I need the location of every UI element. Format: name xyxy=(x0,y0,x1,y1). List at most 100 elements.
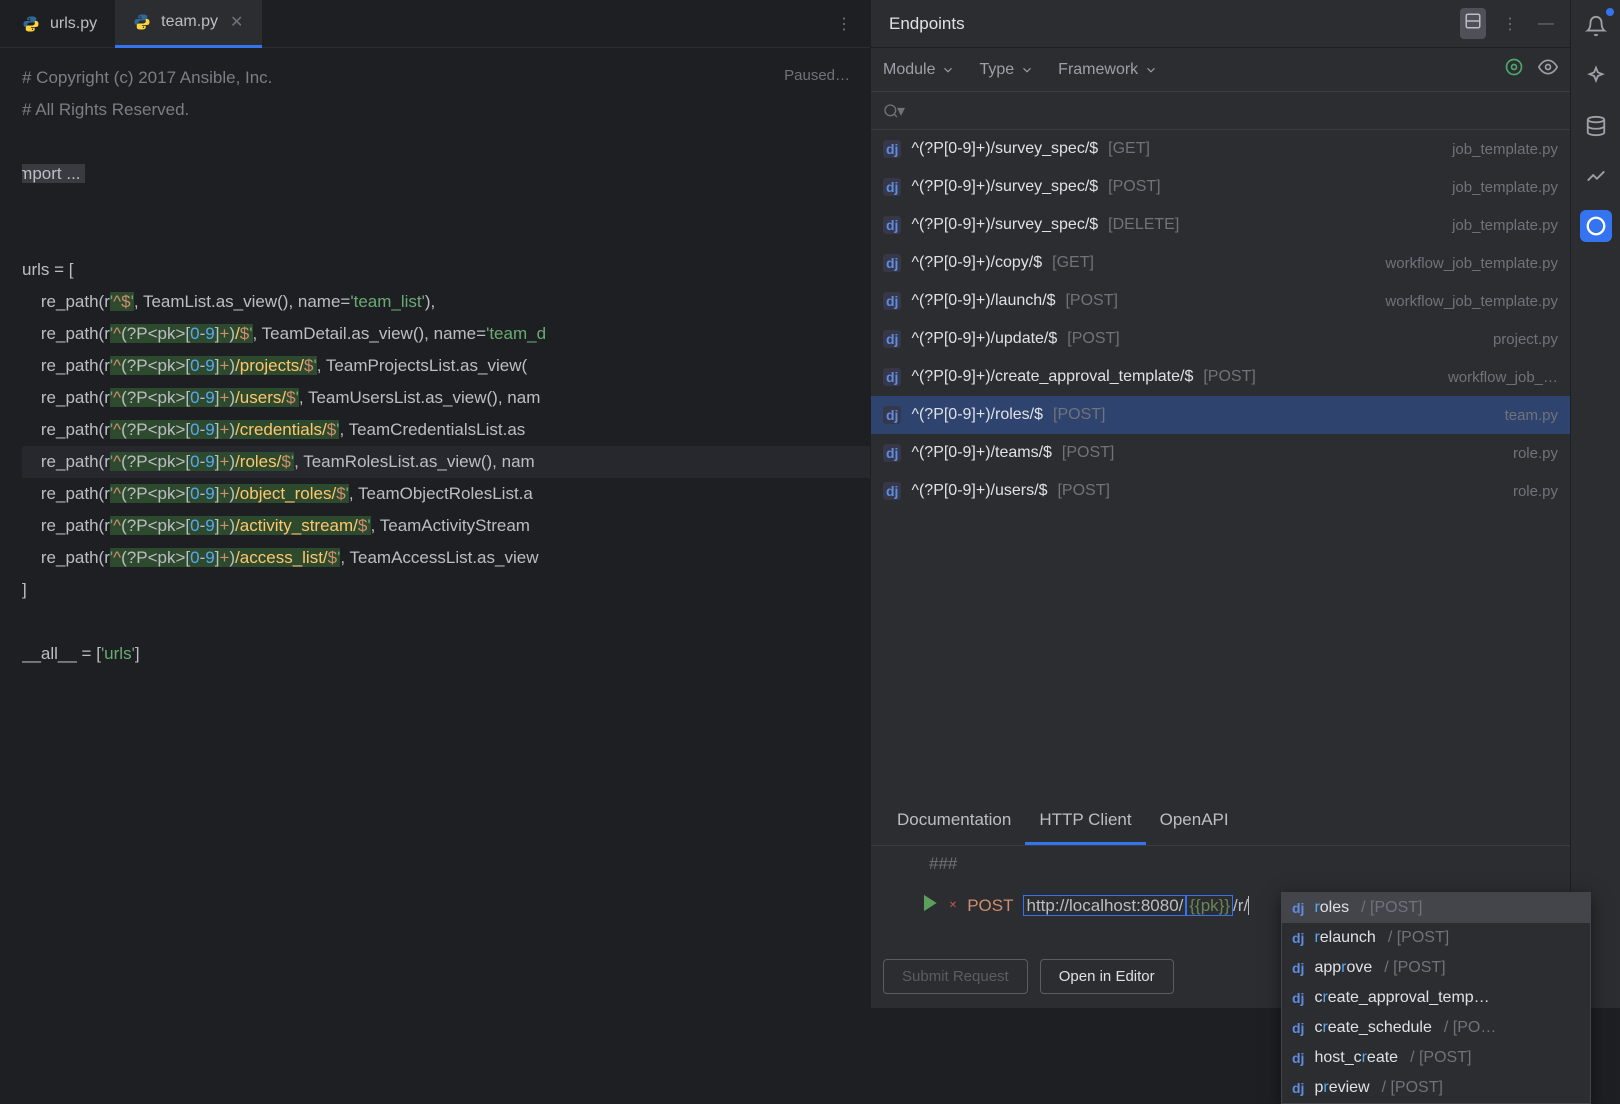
endpoint-file: workflow_job_… xyxy=(1448,369,1558,386)
framework-badge: dj xyxy=(883,482,901,500)
code-line: # Copyright (c) 2017 Ansible, Inc. xyxy=(22,62,870,94)
endpoint-list[interactable]: dj ^(?P[0-9]+)/survey_spec/$ [GET] job_tem… xyxy=(871,130,1570,798)
framework-badge: dj xyxy=(1292,960,1304,976)
ai-assistant-icon[interactable] xyxy=(1580,60,1612,92)
panel-title: Endpoints xyxy=(883,14,965,34)
detail-tab-openapi[interactable]: OpenAPI xyxy=(1146,798,1243,845)
filter-type[interactable]: Type xyxy=(979,61,1034,79)
tab-team-py[interactable]: team.py ✕ xyxy=(115,0,262,48)
completion-item[interactable]: djcreate_approval_temp… xyxy=(1282,983,1590,1013)
fold-gutter xyxy=(0,48,22,1008)
endpoint-file: workflow_job_template.py xyxy=(1385,255,1558,272)
endpoint-path: ^(?P[0-9]+)/roles/$ xyxy=(911,406,1043,424)
framework-badge: dj xyxy=(883,178,901,196)
run-icon[interactable] xyxy=(883,874,939,937)
paused-indicator: Paused… xyxy=(784,60,850,92)
search-bar[interactable]: ▾ xyxy=(871,92,1570,130)
framework-badge: dj xyxy=(1292,1020,1304,1036)
minimize-icon[interactable]: — xyxy=(1534,11,1558,37)
http-client-area[interactable]: ### ✕ POST http://localhost:8080/{{pk}} /… xyxy=(871,846,1570,945)
http-url[interactable]: http://localhost:8080/ xyxy=(1023,895,1186,916)
code-editor[interactable]: Paused… # Copyright (c) 2017 Ansible, In… xyxy=(0,48,870,1008)
endpoint-row[interactable]: dj ^(?P[0-9]+)/survey_spec/$ [DELETE] job_… xyxy=(871,206,1570,244)
endpoint-file: job_template.py xyxy=(1452,141,1558,158)
code-line: ] xyxy=(22,574,870,606)
filter-module[interactable]: Module xyxy=(883,61,955,79)
code-line: urls = [ xyxy=(22,254,870,286)
endpoint-path: ^(?P[0-9]+)/users/$ xyxy=(911,482,1047,500)
endpoints-icon[interactable] xyxy=(1580,210,1612,242)
framework-badge: dj xyxy=(883,254,901,272)
filter-framework[interactable]: Framework xyxy=(1058,61,1158,79)
framework-badge: dj xyxy=(883,406,901,424)
right-toolbar xyxy=(1570,0,1620,1008)
target-icon[interactable] xyxy=(1504,57,1524,82)
completion-item[interactable]: djpreview/ [POST] xyxy=(1282,1073,1590,1103)
http-variable[interactable]: {{pk}} xyxy=(1186,895,1233,916)
endpoint-path: ^(?P[0-9]+)/survey_spec/$ xyxy=(911,140,1098,158)
endpoint-path: ^(?P[0-9]+)/update/$ xyxy=(911,330,1057,348)
python-file-icon xyxy=(22,15,40,33)
code-content[interactable]: Paused… # Copyright (c) 2017 Ansible, In… xyxy=(22,48,870,1008)
tab-label: urls.py xyxy=(50,15,97,33)
framework-badge: dj xyxy=(1292,1080,1304,1096)
tab-more-icon[interactable]: ⋮ xyxy=(836,14,852,34)
completion-item[interactable]: djrelaunch/ [POST] xyxy=(1282,923,1590,953)
chevron-down-icon xyxy=(1020,63,1034,77)
completion-item[interactable]: djapprove/ [POST] xyxy=(1282,953,1590,983)
cursor: / xyxy=(1243,896,1249,915)
detail-tabs: DocumentationHTTP ClientOpenAPI xyxy=(871,798,1570,846)
open-in-editor-button[interactable]: Open in Editor xyxy=(1040,959,1174,994)
framework-badge: dj xyxy=(883,292,901,310)
framework-badge: dj xyxy=(1292,990,1304,1006)
endpoint-row[interactable]: dj^(?P[0-9]+)/create_approval_template/$… xyxy=(871,358,1570,396)
endpoint-row[interactable]: dj^(?P[0-9]+)/survey_spec/$ [GET]job_tem… xyxy=(871,130,1570,168)
completion-item[interactable]: djhost_create/ [POST] xyxy=(1282,1043,1590,1073)
import-folded[interactable]: import ... xyxy=(22,164,85,183)
detail-tab-http-client[interactable]: HTTP Client xyxy=(1025,798,1145,845)
endpoint-path: ^(?P[0-9]+)/copy/$ xyxy=(911,254,1042,272)
close-icon[interactable]: ✕ xyxy=(230,12,244,32)
http-separator: ### xyxy=(883,854,1558,874)
endpoint-file: job_template.py xyxy=(1452,217,1558,234)
framework-badge: dj xyxy=(883,330,901,348)
endpoint-path: ^(?P[0-9]+)/teams/$ xyxy=(911,444,1051,462)
layout-icon[interactable] xyxy=(1460,8,1486,39)
endpoint-file: project.py xyxy=(1493,331,1558,348)
endpoint-row[interactable]: dj^(?P[0-9]+)/survey_spec/$ [POST]job_te… xyxy=(871,168,1570,206)
python-file-icon xyxy=(133,13,151,31)
endpoint-row[interactable]: dj ^(?P[0-9]+)/update/$ [POST] project.py xyxy=(871,320,1570,358)
endpoint-file: role.py xyxy=(1513,445,1558,462)
endpoint-path: ^(?P[0-9]+)/survey_spec/$ xyxy=(911,216,1098,234)
endpoint-method: [DELETE] xyxy=(1108,216,1179,234)
endpoint-row[interactable]: dj^(?P[0-9]+)/roles/$ [POST]team.py xyxy=(871,396,1570,434)
tab-urls-py[interactable]: urls.py xyxy=(4,0,115,48)
framework-badge: dj xyxy=(1292,1050,1304,1066)
completion-popup[interactable]: djroles/ [POST]djrelaunch/ [POST]djappro… xyxy=(1281,892,1591,1104)
completion-item[interactable]: djroles/ [POST] xyxy=(1282,893,1590,923)
error-marker-icon: ✕ xyxy=(949,900,957,911)
framework-badge: dj xyxy=(1292,900,1304,916)
panel-header: Endpoints ⋮ — xyxy=(871,0,1570,48)
more-options-icon[interactable]: ⋮ xyxy=(1498,10,1522,38)
endpoint-method: [GET] xyxy=(1108,140,1150,158)
framework-badge: dj xyxy=(883,216,901,234)
endpoint-row[interactable]: dj ^(?P[0-9]+)/copy/$ [GET] workflow_job_t… xyxy=(871,244,1570,282)
endpoint-row[interactable]: dj^(?P[0-9]+)/teams/$ [POST]role.py xyxy=(871,434,1570,472)
endpoint-method: [POST] xyxy=(1065,292,1117,310)
eye-icon[interactable] xyxy=(1538,57,1558,82)
endpoint-path: ^(?P[0-9]+)/survey_spec/$ xyxy=(911,178,1098,196)
profiler-icon[interactable] xyxy=(1580,160,1612,192)
submit-request-button[interactable]: Submit Request xyxy=(883,959,1028,994)
http-method: POST xyxy=(967,896,1013,916)
endpoint-method: [POST] xyxy=(1067,330,1119,348)
endpoint-method: [GET] xyxy=(1052,254,1094,272)
endpoint-row[interactable]: dj^(?P[0-9]+)/launch/$ [POST]workflow_jo… xyxy=(871,282,1570,320)
endpoint-row[interactable]: dj^(?P[0-9]+)/users/$ [POST]role.py xyxy=(871,472,1570,510)
database-icon[interactable] xyxy=(1580,110,1612,142)
endpoint-method: [POST] xyxy=(1062,444,1114,462)
framework-badge: dj xyxy=(1292,930,1304,946)
endpoint-method: [POST] xyxy=(1108,178,1160,196)
completion-item[interactable]: djcreate_schedule/ [PO… xyxy=(1282,1013,1590,1043)
detail-tab-documentation[interactable]: Documentation xyxy=(883,798,1025,845)
